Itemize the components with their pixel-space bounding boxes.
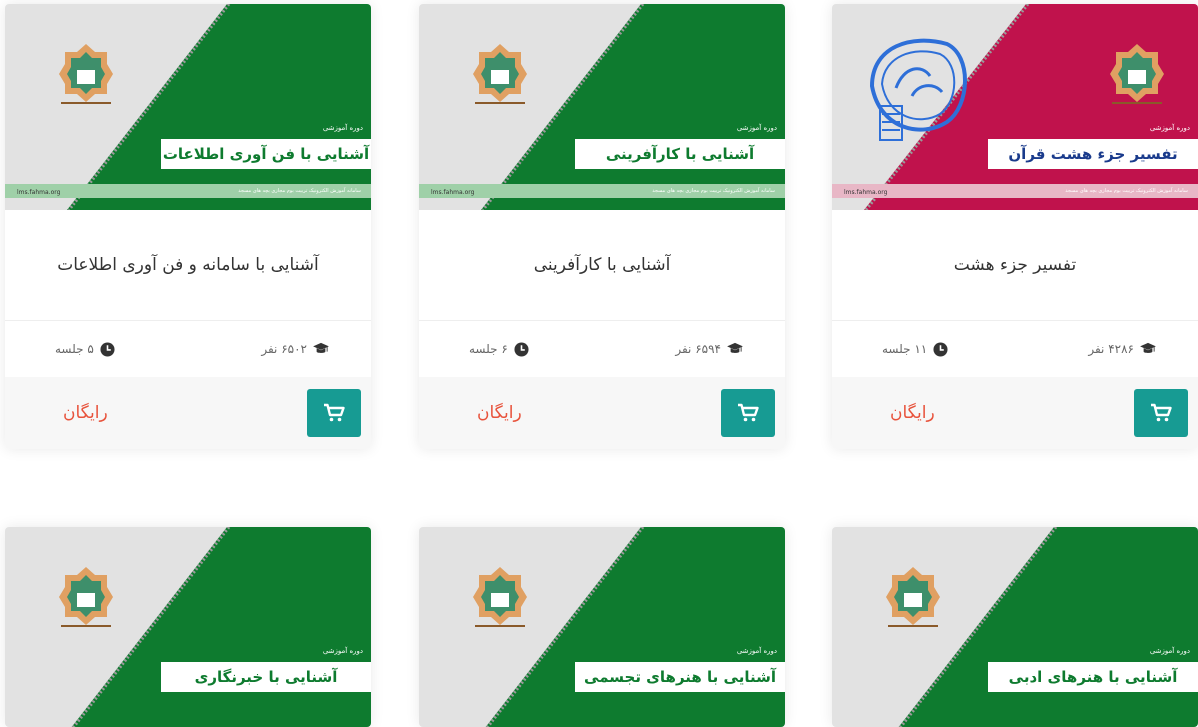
organization-logo — [886, 567, 940, 627]
cart-icon — [738, 403, 759, 422]
course-card[interactable]: دوره آموزشی آشنایی با خبرنگاری — [5, 527, 371, 727]
student-count-label: ۴۲۸۶ نفر — [1088, 342, 1134, 356]
graduation-cap-icon — [313, 342, 329, 353]
course-banner[interactable]: دوره آموزشی آشنایی با فن آوری اطلاعات lm… — [5, 4, 371, 210]
course-title[interactable]: آشنایی با کارآفرینی — [419, 210, 785, 320]
course-banner[interactable]: دوره آموزشی آشنایی با هنرهای تجسمی — [419, 527, 785, 727]
banner-strip-text: سامانه آموزش الکترونیک تربیت بوم مجازی ب… — [652, 188, 775, 194]
cart-icon — [324, 403, 345, 422]
course-footer: رایگان — [832, 377, 1198, 449]
session-count: ۶ جلسه — [469, 341, 529, 357]
course-price: رایگان — [890, 403, 935, 423]
session-count: ۵ جلسه — [55, 341, 115, 357]
banner-url: lms.fahma.org — [17, 189, 61, 196]
banner-tag: دوره آموزشی — [736, 124, 777, 132]
course-stats: ۵ جلسه ۶۵۰۲ نفر — [5, 320, 371, 377]
clock-icon — [933, 341, 948, 357]
banner-title: تفسیر جزء هشت قرآن — [988, 139, 1198, 169]
session-count-label: ۱۱ جلسه — [882, 342, 928, 356]
organization-logo — [473, 44, 527, 104]
student-count: ۶۵۹۴ نفر — [675, 342, 743, 356]
course-price: رایگان — [63, 403, 108, 423]
clock-icon — [514, 341, 529, 357]
organization-logo — [59, 44, 113, 104]
banner-url: lms.fahma.org — [431, 189, 475, 196]
banner-tag: دوره آموزشی — [322, 647, 363, 655]
course-stats: ۱۱ جلسه ۴۲۸۶ نفر — [832, 320, 1198, 377]
banner-title: آشنایی با فن آوری اطلاعات — [161, 139, 371, 169]
cart-icon — [1151, 403, 1172, 422]
course-card[interactable]: دوره آموزشی آشنایی با فن آوری اطلاعات lm… — [5, 4, 371, 449]
course-banner[interactable]: دوره آموزشی تفسیر جزء هشت قرآن lms.fahma… — [832, 4, 1198, 210]
banner-strip-text: سامانه آموزش الکترونیک تربیت بوم مجازی ب… — [238, 188, 361, 194]
organization-logo — [59, 567, 113, 627]
clock-icon — [100, 341, 115, 357]
course-banner[interactable]: دوره آموزشی آشنایی با هنرهای ادبی — [832, 527, 1198, 727]
graduation-cap-icon — [1140, 342, 1156, 353]
banner-tag: دوره آموزشی — [322, 124, 363, 132]
course-title[interactable]: آشنایی با سامانه و فن آوری اطلاعات — [5, 210, 371, 320]
add-to-cart-button[interactable] — [721, 389, 775, 437]
banner-title: آشنایی با هنرهای تجسمی — [575, 662, 785, 692]
banner-url: lms.fahma.org — [844, 189, 888, 196]
banner-tag: دوره آموزشی — [1149, 647, 1190, 655]
student-count: ۴۲۸۶ نفر — [1088, 342, 1156, 356]
course-card[interactable]: دوره آموزشی آشنایی با کارآفرینی lms.fahm… — [419, 4, 785, 449]
graduation-cap-icon — [727, 342, 743, 353]
course-footer: رایگان — [5, 377, 371, 449]
banner-title: آشنایی با کارآفرینی — [575, 139, 785, 169]
banner-strip-text: سامانه آموزش الکترونیک تربیت بوم مجازی ب… — [1065, 188, 1188, 194]
course-banner[interactable]: دوره آموزشی آشنایی با خبرنگاری — [5, 527, 371, 727]
course-card[interactable]: دوره آموزشی تفسیر جزء هشت قرآن lms.fahma… — [832, 4, 1198, 449]
organization-logo — [1110, 44, 1164, 104]
stamp-icon — [869, 38, 967, 141]
session-count: ۱۱ جلسه — [882, 341, 948, 357]
course-footer: رایگان — [419, 377, 785, 449]
session-count-label: ۵ جلسه — [55, 342, 94, 356]
banner-tag: دوره آموزشی — [1149, 124, 1190, 132]
banner-title: آشنایی با هنرهای ادبی — [988, 662, 1198, 692]
add-to-cart-button[interactable] — [1134, 389, 1188, 437]
session-count-label: ۶ جلسه — [469, 342, 508, 356]
student-count: ۶۵۰۲ نفر — [261, 342, 329, 356]
course-title[interactable]: تفسیر جزء هشت — [832, 210, 1198, 320]
organization-logo — [473, 567, 527, 627]
add-to-cart-button[interactable] — [307, 389, 361, 437]
banner-tag: دوره آموزشی — [736, 647, 777, 655]
course-banner[interactable]: دوره آموزشی آشنایی با کارآفرینی lms.fahm… — [419, 4, 785, 210]
banner-title: آشنایی با خبرنگاری — [161, 662, 371, 692]
course-price: رایگان — [477, 403, 522, 423]
student-count-label: ۶۵۰۲ نفر — [261, 342, 307, 356]
course-card[interactable]: دوره آموزشی آشنایی با هنرهای تجسمی — [419, 527, 785, 727]
student-count-label: ۶۵۹۴ نفر — [675, 342, 721, 356]
course-card[interactable]: دوره آموزشی آشنایی با هنرهای ادبی — [832, 527, 1198, 727]
course-stats: ۶ جلسه ۶۵۹۴ نفر — [419, 320, 785, 377]
